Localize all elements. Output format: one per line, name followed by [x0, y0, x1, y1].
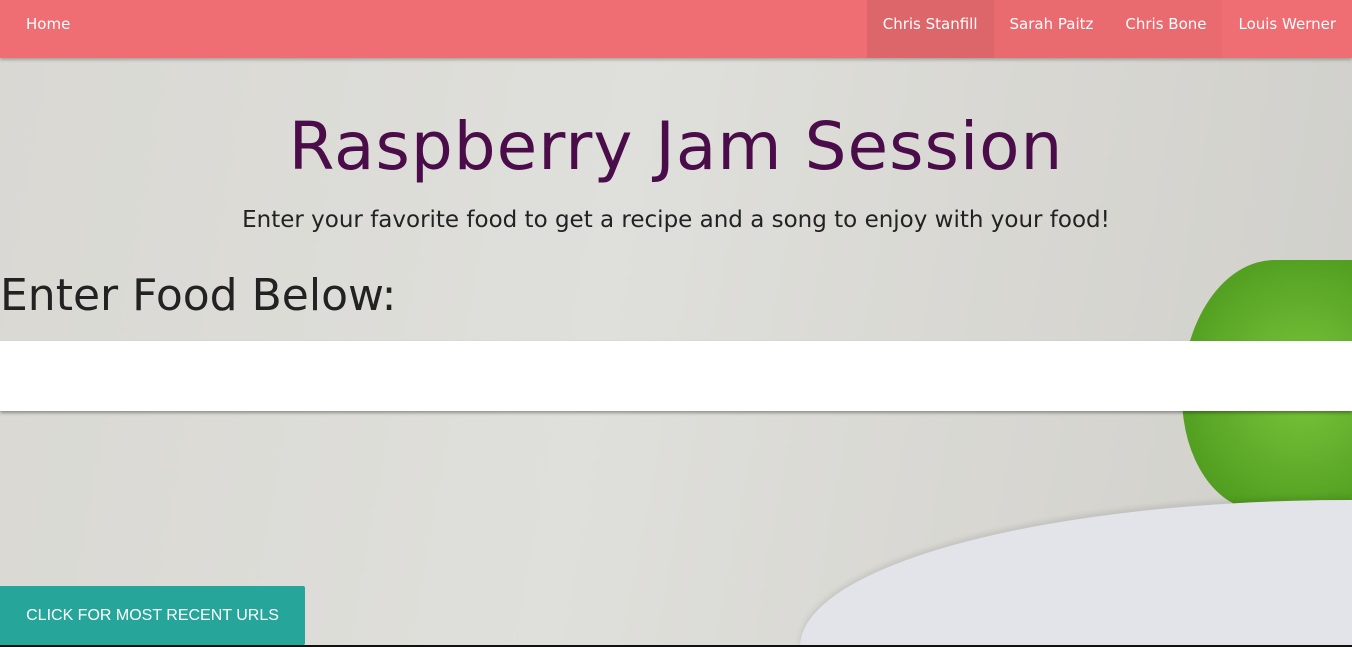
nav-link-sarah-paitz[interactable]: Sarah Paitz	[993, 0, 1110, 58]
nav-home-link[interactable]: Home	[10, 0, 86, 58]
food-input[interactable]	[0, 341, 1352, 411]
page-title: Raspberry Jam Session	[288, 108, 1064, 185]
nav-link-chris-stanfill[interactable]: Chris Stanfill	[866, 0, 994, 58]
nav-links: Chris Stanfill Sarah Paitz Chris Bone Lo…	[866, 0, 1352, 58]
navbar: Home Chris Stanfill Sarah Paitz Chris Bo…	[0, 0, 1352, 58]
nav-link-chris-bone[interactable]: Chris Bone	[1109, 0, 1223, 58]
nav-link-louis-werner[interactable]: Louis Werner	[1222, 0, 1352, 58]
background-plate-image	[800, 500, 1352, 647]
most-recent-urls-button[interactable]: CLICK FOR MOST RECENT URLS	[0, 586, 305, 645]
page-subtitle: Enter your favorite food to get a recipe…	[242, 207, 1110, 233]
food-input-label: Enter Food Below:	[0, 270, 397, 321]
